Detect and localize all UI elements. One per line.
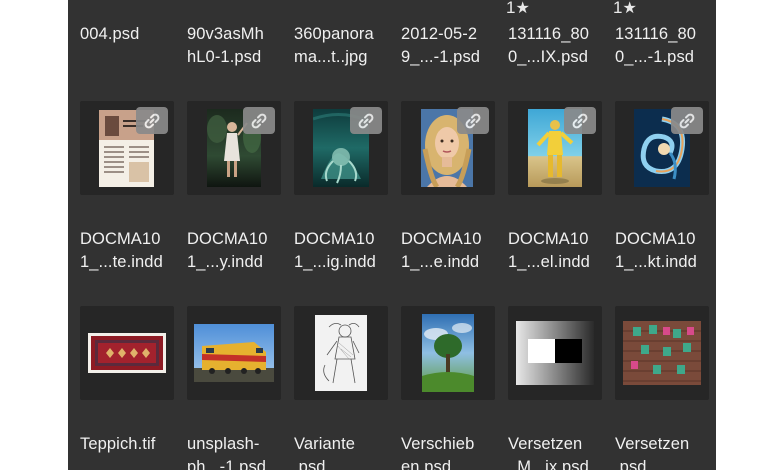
gradient-map-image (516, 321, 594, 385)
file-name: Variante .psd (294, 435, 356, 470)
link-icon (457, 107, 489, 134)
file-name: 2012-05-2 9_...-1.psd (401, 25, 481, 66)
link-icon (136, 107, 168, 134)
star-rating[interactable]: 1★ (613, 0, 637, 18)
locomotive-image (194, 324, 274, 382)
thumbnail[interactable] (80, 306, 174, 400)
thumbnail[interactable] (294, 101, 388, 195)
file-name: DOCMA10 1_...te.indd (80, 230, 163, 271)
file-name: DOCMA10 1_...y.indd (187, 230, 268, 271)
thumbnail[interactable] (615, 101, 709, 195)
file-name: Versetzen _M...ix.psd (508, 435, 589, 470)
star-rating[interactable]: 1★ (506, 0, 530, 18)
thumbnail[interactable] (508, 101, 602, 195)
file-name: DOCMA10 1_...kt.indd (615, 230, 697, 271)
star-icon: ★ (515, 0, 530, 17)
link-icon (671, 107, 703, 134)
file-name: 360panora ma...t..jpg (294, 25, 374, 66)
file-name: 90v3asMh hL0-1.psd (187, 25, 264, 66)
tree-landscape-image (422, 314, 474, 392)
file-name: unsplash- ph...-1.psd (187, 435, 267, 470)
file-name: DOCMA10 1_...e.indd (401, 230, 482, 271)
file-name: DOCMA10 1_...ig.indd (294, 230, 376, 271)
file-browser-grid: 004.psd 90v3asMh hL0-1.psd 360panora ma.… (68, 0, 716, 470)
file-name: 131116_80 0_...-1.psd (615, 25, 697, 66)
thumbnail[interactable] (401, 101, 495, 195)
file-name: Teppich.tif (80, 435, 156, 453)
file-name: DOCMA10 1_...el.indd (508, 230, 590, 271)
thumbnail[interactable] (508, 306, 602, 400)
star-icon: ★ (622, 0, 637, 17)
thumbnail[interactable] (80, 101, 174, 195)
file-name: 004.psd (80, 25, 140, 43)
link-icon (243, 107, 275, 134)
brick-wall-image (623, 321, 701, 385)
pencil-sketch-image (315, 315, 367, 391)
file-name: 131116_80 0_...IX.psd (508, 25, 590, 66)
thumbnail[interactable] (187, 101, 281, 195)
thumbnail[interactable] (401, 306, 495, 400)
thumbnail[interactable] (294, 306, 388, 400)
link-icon (350, 107, 382, 134)
thumbnail[interactable] (187, 306, 281, 400)
thumbnail[interactable] (615, 306, 709, 400)
file-name: Versetzen .psd (615, 435, 690, 470)
link-icon (564, 107, 596, 134)
carpet-image (88, 333, 166, 373)
file-name: Verschieb en.psd (401, 435, 475, 470)
